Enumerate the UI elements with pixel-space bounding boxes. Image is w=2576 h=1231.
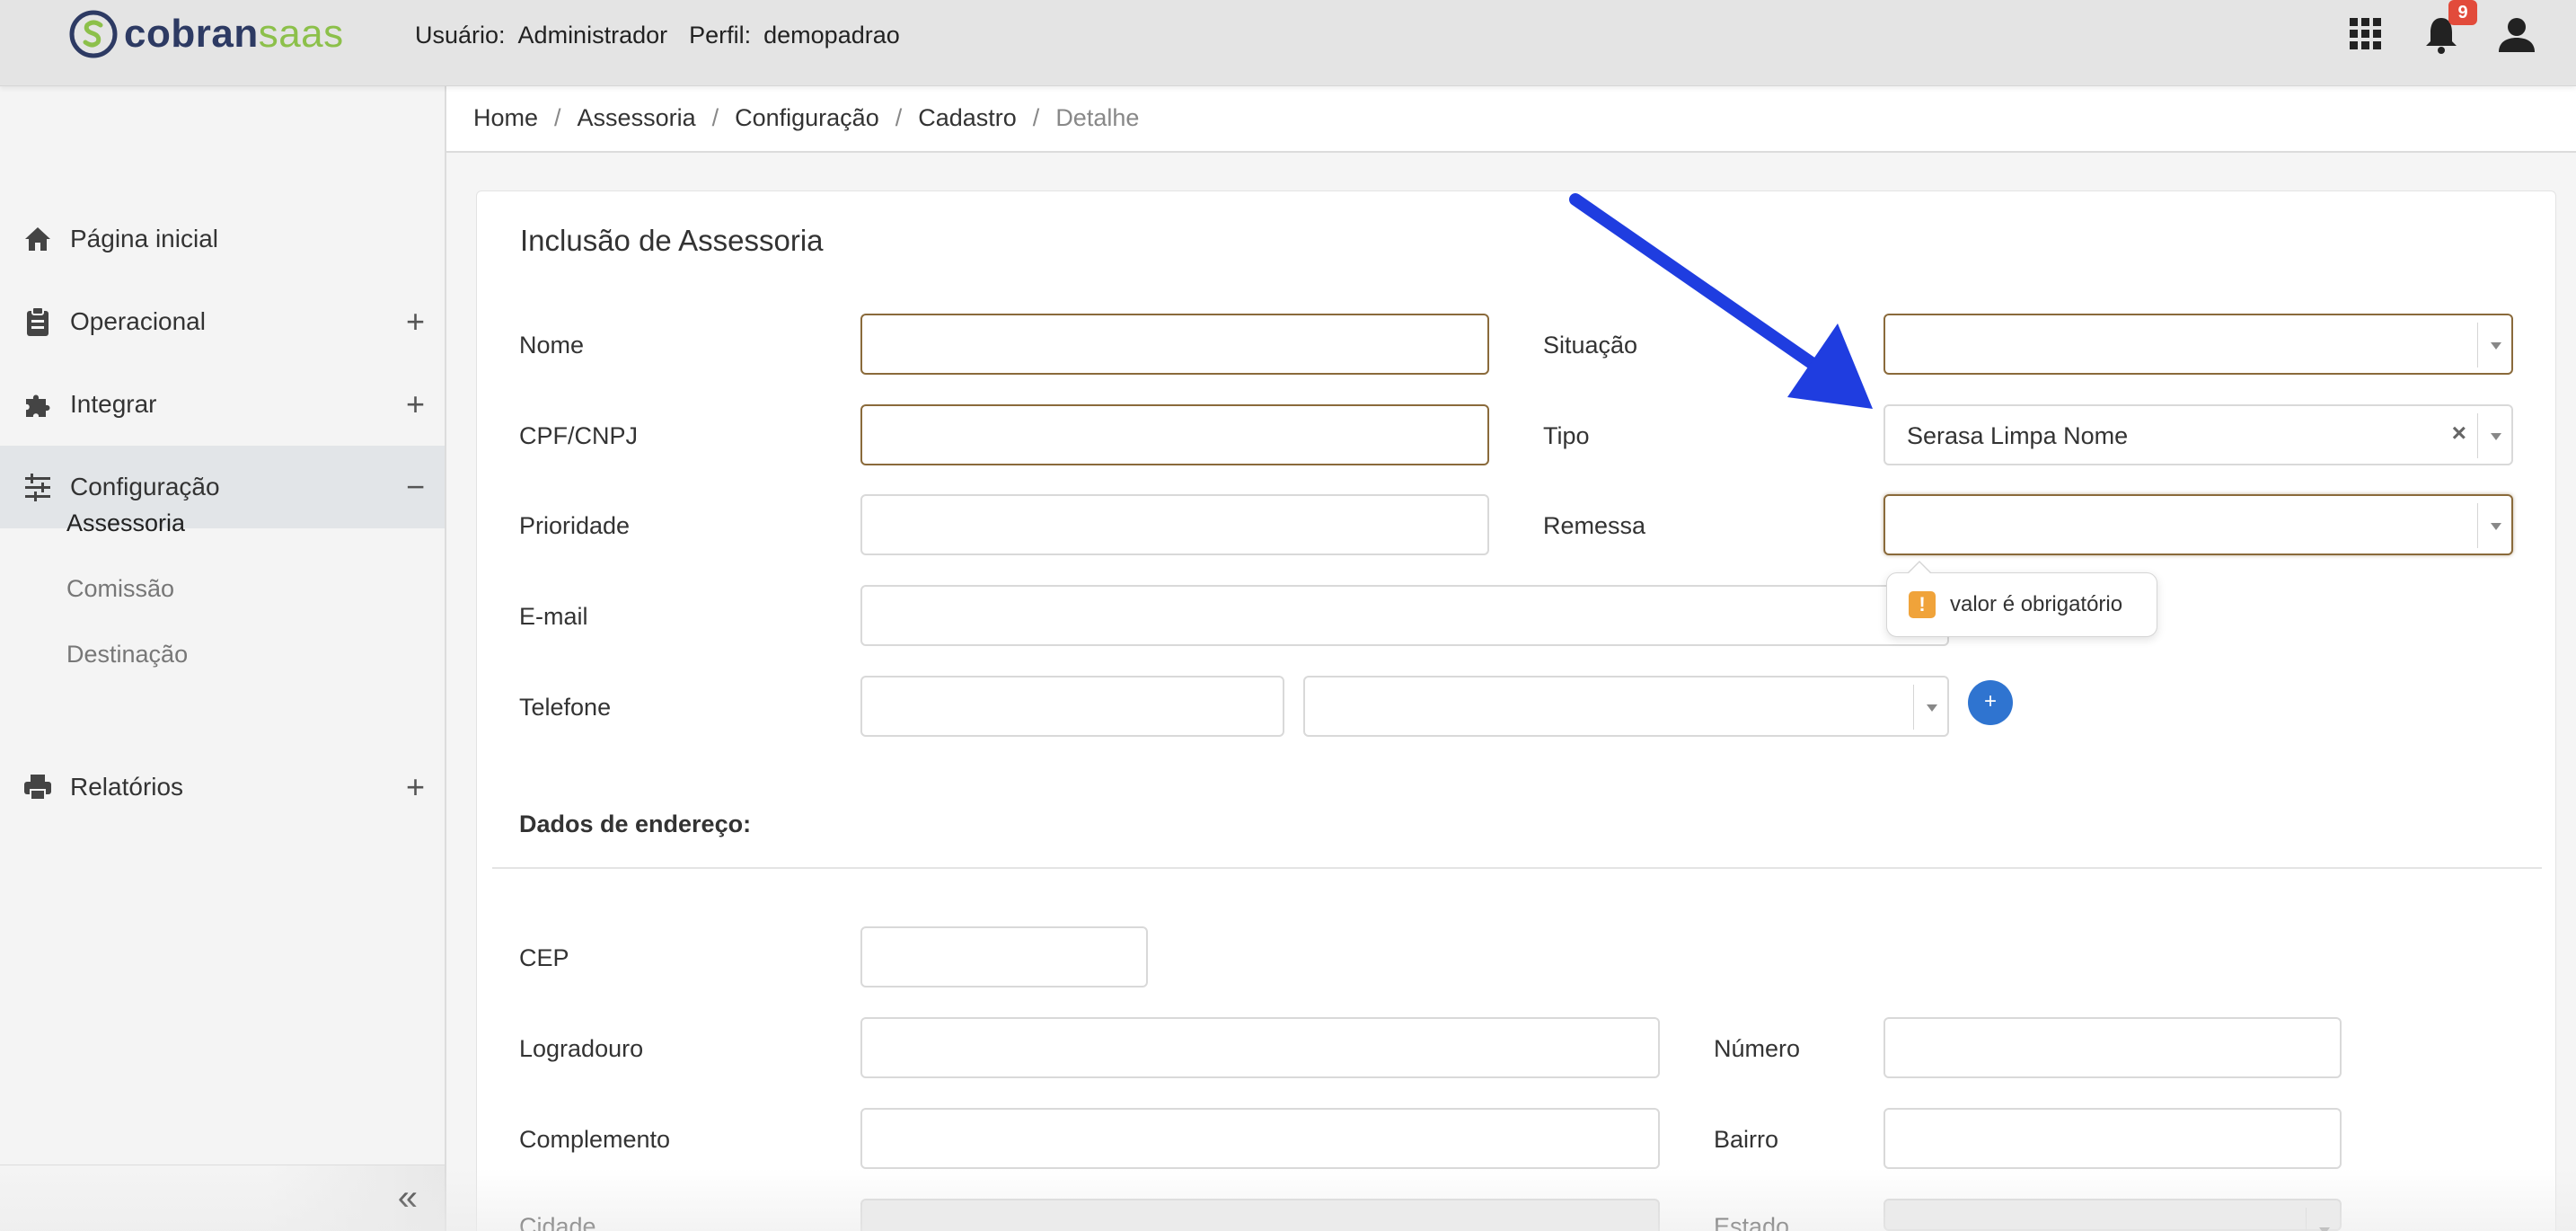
sidebar-item-pagina-inicial[interactable]: Página inicial <box>0 198 445 280</box>
logradouro-input[interactable] <box>860 1017 1660 1078</box>
expand-icon[interactable]: + <box>406 388 425 421</box>
divider <box>492 867 2542 869</box>
remessa-label: Remessa <box>1543 512 1646 539</box>
user-icon[interactable] <box>2495 13 2538 56</box>
breadcrumb-separator: / <box>554 104 561 131</box>
submenu-item-assessoria[interactable]: Assessoria <box>66 509 185 537</box>
sidebar: Página inicial Operacional + Integrar + … <box>0 86 446 1231</box>
address-section-title: Dados de endereço: <box>519 810 752 837</box>
validation-message: valor é obrigatório <box>1950 592 2123 616</box>
nome-label: Nome <box>519 332 585 359</box>
submenu-item-destinacao[interactable]: Destinação <box>66 641 188 669</box>
expand-icon[interactable]: + <box>406 306 425 338</box>
clear-icon[interactable]: × <box>2452 419 2466 447</box>
sidebar-item-label: Integrar <box>70 390 157 418</box>
telefone-input[interactable] <box>860 676 1284 737</box>
breadcrumb-home[interactable]: Home <box>473 104 538 132</box>
logo-text: cobransaas <box>124 12 344 56</box>
sidebar-item-label: Página inicial <box>70 225 218 252</box>
profile-label: Perfil: <box>689 22 752 49</box>
sidebar-item-relatorios[interactable]: Relatórios + <box>0 746 445 828</box>
chevron-down-icon <box>1913 685 1947 730</box>
breadcrumb-separator: / <box>711 104 719 131</box>
chevron-down-icon <box>2477 323 2511 368</box>
collapse-menu-icon[interactable]: − <box>406 471 425 503</box>
cep-input[interactable] <box>860 926 1148 987</box>
bairro-input[interactable] <box>1883 1108 2342 1169</box>
chevron-down-icon <box>2477 413 2511 458</box>
add-phone-button[interactable]: + <box>1968 680 2013 725</box>
cpf-cnpj-label: CPF/CNPJ <box>519 422 639 449</box>
clipboard-icon <box>27 306 49 336</box>
remessa-select[interactable] <box>1883 494 2513 555</box>
chevron-down-icon <box>2306 1208 2340 1231</box>
tipo-selected-value: Serasa Limpa Nome <box>1907 422 2129 449</box>
chevron-down-icon <box>2477 503 2511 548</box>
nome-input[interactable] <box>860 314 1489 375</box>
complemento-label: Complemento <box>519 1126 671 1153</box>
breadcrumb-bar: Home / Assessoria / Configuração / Cadas… <box>446 86 2576 153</box>
tipo-label: Tipo <box>1543 422 1590 449</box>
sliders-icon <box>25 474 50 501</box>
notification-badge: 9 <box>2448 0 2477 25</box>
breadcrumb-assessoria[interactable]: Assessoria <box>578 104 696 132</box>
submenu-item-comissao[interactable]: Comissão <box>66 575 174 603</box>
breadcrumb: Home / Assessoria / Configuração / Cadas… <box>473 104 1139 132</box>
warning-icon: ! <box>1909 591 1936 618</box>
cpf-cnpj-input[interactable] <box>860 404 1489 465</box>
email-input[interactable] <box>860 585 1949 646</box>
tipo-select[interactable]: Serasa Limpa Nome × <box>1883 404 2513 465</box>
home-icon <box>25 227 50 251</box>
collapse-sidebar-icon[interactable]: « <box>398 1178 418 1218</box>
annotation-arrow <box>1569 193 1873 409</box>
complemento-input[interactable] <box>860 1108 1660 1169</box>
breadcrumb-configuracao[interactable]: Configuração <box>735 104 879 132</box>
printer-icon <box>24 775 51 801</box>
breadcrumb-cadastro[interactable]: Cadastro <box>918 104 1017 132</box>
user-value: Administrador <box>517 22 668 49</box>
estado-label: Estado <box>1714 1213 1790 1231</box>
logo-icon <box>69 10 118 58</box>
sidebar-item-operacional[interactable]: Operacional + <box>0 280 445 363</box>
cidade-label: Cidade <box>519 1213 596 1231</box>
logo[interactable]: cobransaas <box>68 5 344 63</box>
top-bar: cobransaas Usuário: Administrador Perfil… <box>0 0 2576 86</box>
breadcrumb-separator: / <box>1032 104 1040 131</box>
apps-grid-icon[interactable] <box>2344 13 2387 56</box>
estado-select[interactable] <box>1883 1199 2342 1231</box>
bairro-label: Bairro <box>1714 1126 1779 1153</box>
telefone-type-select[interactable] <box>1303 676 1949 737</box>
sidebar-item-label: Relatórios <box>70 773 184 801</box>
profile-value: demopadrao <box>763 22 900 49</box>
sidebar-footer: « <box>0 1165 445 1231</box>
numero-input[interactable] <box>1883 1017 2342 1078</box>
sidebar-item-integrar[interactable]: Integrar + <box>0 363 445 446</box>
sidebar-item-label: Operacional <box>70 307 206 335</box>
numero-label: Número <box>1714 1035 1801 1062</box>
user-info: Usuário: Administrador Perfil: demopadra… <box>415 22 900 49</box>
puzzle-icon <box>26 394 50 417</box>
breadcrumb-detalhe: Detalhe <box>1055 104 1140 131</box>
prioridade-label: Prioridade <box>519 512 631 539</box>
page-title: Inclusão de Assessoria <box>520 224 824 257</box>
cidade-input[interactable] <box>860 1199 1660 1231</box>
telefone-label: Telefone <box>519 694 612 721</box>
user-label: Usuário: <box>415 22 506 49</box>
prioridade-input[interactable] <box>860 494 1489 555</box>
cep-label: CEP <box>519 944 569 971</box>
validation-tooltip: ! valor é obrigatório <box>1886 561 2157 637</box>
situacao-select[interactable] <box>1883 314 2513 375</box>
breadcrumb-separator: / <box>895 104 903 131</box>
logradouro-label: Logradouro <box>519 1035 644 1062</box>
expand-icon[interactable]: + <box>406 771 425 803</box>
email-label: E-mail <box>519 603 588 630</box>
sidebar-item-label: Configuração <box>70 473 220 500</box>
